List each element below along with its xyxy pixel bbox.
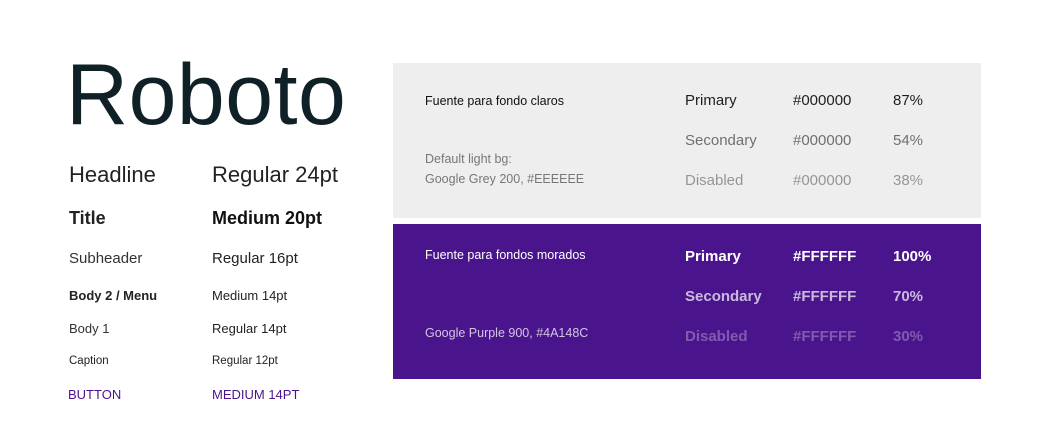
light-row-disabled-label: Disabled bbox=[685, 172, 744, 189]
light-row-primary-hex: #000000 bbox=[793, 92, 852, 109]
dark-row-primary-opacity: 100% bbox=[893, 248, 932, 265]
font-name-title: Roboto bbox=[66, 47, 347, 143]
light-row-secondary-opacity: 54% bbox=[893, 132, 924, 149]
light-panel-bg-line1: Default light bg: bbox=[425, 152, 512, 166]
light-background-panel: Fuente para fondo claros Default light b… bbox=[393, 63, 981, 218]
style-spec-body2: Medium 14pt bbox=[212, 288, 288, 303]
style-name-subheader: Subheader bbox=[69, 250, 143, 267]
purple-background-panel: Fuente para fondos morados Google Purple… bbox=[393, 224, 981, 379]
light-panel-bg-line2: Google Grey 200, #EEEEEE bbox=[425, 172, 585, 186]
dark-row-disabled-label: Disabled bbox=[685, 328, 748, 345]
dark-row-disabled-opacity: 30% bbox=[893, 328, 924, 345]
light-row-secondary-hex: #000000 bbox=[793, 132, 852, 149]
dark-row-secondary-label: Secondary bbox=[685, 288, 762, 305]
light-row-primary-opacity: 87% bbox=[893, 92, 924, 109]
light-panel-heading: Fuente para fondo claros bbox=[425, 94, 564, 108]
light-row-disabled-opacity: 38% bbox=[893, 172, 924, 189]
style-spec-button: MEDIUM 14PT bbox=[212, 387, 300, 402]
light-row-secondary-label: Secondary bbox=[685, 132, 757, 149]
style-spec-headline: Regular 24pt bbox=[212, 162, 338, 187]
dark-row-primary-label: Primary bbox=[685, 248, 741, 265]
dark-row-secondary-hex: #FFFFFF bbox=[793, 288, 857, 305]
light-row-disabled-hex: #000000 bbox=[793, 172, 852, 189]
dark-panel-bg-line: Google Purple 900, #4A148C bbox=[425, 326, 589, 340]
style-name-title: Title bbox=[69, 208, 106, 228]
style-name-button: BUTTON bbox=[68, 387, 122, 402]
style-spec-subheader: Regular 16pt bbox=[212, 250, 298, 267]
dark-panel-heading: Fuente para fondos morados bbox=[425, 248, 586, 262]
dark-row-disabled-hex: #FFFFFF bbox=[793, 328, 857, 345]
style-spec-title: Medium 20pt bbox=[212, 208, 323, 228]
dark-row-primary-hex: #FFFFFF bbox=[793, 248, 857, 265]
style-name-caption: Caption bbox=[69, 355, 109, 367]
style-spec-body1: Regular 14pt bbox=[212, 321, 287, 336]
dark-row-secondary-opacity: 70% bbox=[893, 288, 924, 305]
style-spec-caption: Regular 12pt bbox=[212, 355, 278, 367]
style-name-body1: Body 1 bbox=[69, 321, 110, 336]
style-name-headline: Headline bbox=[69, 162, 156, 187]
style-name-body2: Body 2 / Menu bbox=[69, 288, 158, 303]
light-row-primary-label: Primary bbox=[685, 92, 737, 109]
